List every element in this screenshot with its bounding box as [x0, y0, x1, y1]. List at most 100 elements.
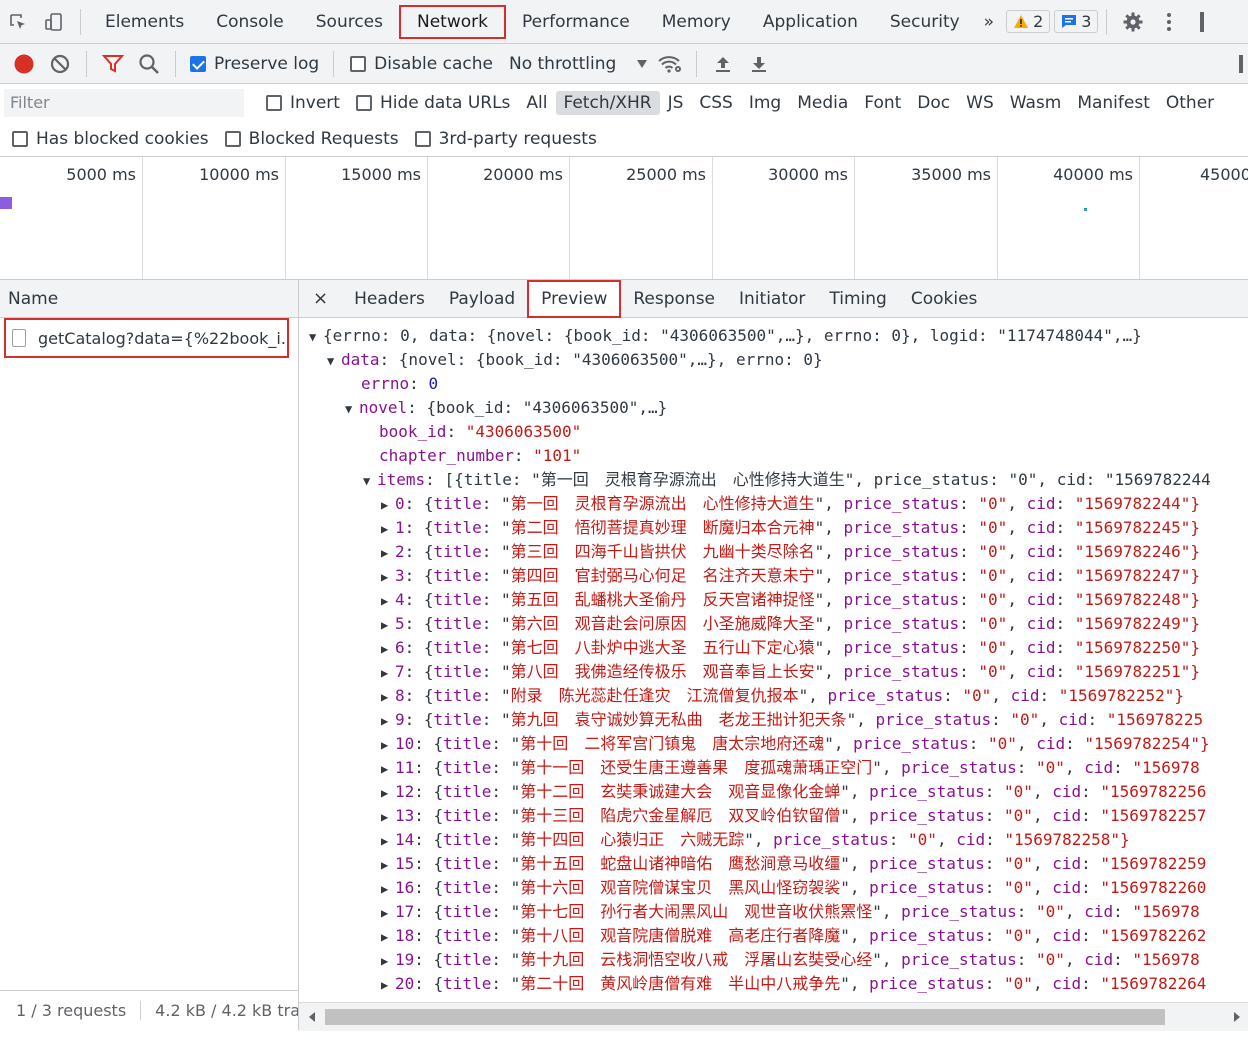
- tree-node-items[interactable]: ▼ items: [{title: "第一回 灵根育孕源流出 心性修持大道生", …: [363, 468, 1211, 492]
- hide-data-urls-checkbox[interactable]: [355, 94, 372, 111]
- items-row[interactable]: ▶ 4: {title: "第五回 乱蟠桃大圣偷丹 反天宫诸神捉怪", price…: [381, 588, 1200, 612]
- type-filter-css[interactable]: CSS: [691, 91, 740, 115]
- items-row[interactable]: ▶ 2: {title: "第三回 四海千山皆拱伏 九幽十类尽除名", price…: [381, 540, 1200, 564]
- import-har-upload-icon[interactable]: [705, 46, 741, 82]
- scroll-right-icon[interactable]: [1232, 1011, 1242, 1023]
- search-icon[interactable]: [131, 46, 167, 82]
- type-filter-fetch-xhr[interactable]: Fetch/XHR: [555, 90, 660, 115]
- expand-triangle-icon[interactable]: ▶: [381, 733, 395, 757]
- type-filter-other[interactable]: Other: [1158, 91, 1222, 115]
- device-toolbar-icon[interactable]: [36, 4, 72, 40]
- close-devtools-icon[interactable]: [1187, 4, 1207, 40]
- expand-triangle-icon[interactable]: ▶: [381, 925, 395, 949]
- type-filter-all[interactable]: All: [518, 91, 555, 115]
- items-row[interactable]: ▶ 9: {title: "第九回 袁守诚妙算无私曲 老龙王拙计犯天条", pri…: [381, 708, 1203, 732]
- expand-triangle-icon[interactable]: ▶: [381, 853, 395, 877]
- expand-triangle-icon[interactable]: ▶: [381, 901, 395, 925]
- expand-triangle-icon[interactable]: ▶: [381, 637, 395, 661]
- tab-application[interactable]: Application: [747, 5, 874, 39]
- items-row[interactable]: ▶ 16: {title: "第十六回 观音院僧谋宝贝 黑风山怪窃袈裟", pri…: [381, 876, 1206, 900]
- type-filter-doc[interactable]: Doc: [909, 91, 958, 115]
- tab-security[interactable]: Security: [874, 5, 976, 39]
- items-row[interactable]: ▶ 0: {title: "第一回 灵根育孕源流出 心性修持大道生", price…: [381, 492, 1200, 516]
- items-row[interactable]: ▶ 11: {title: "第十一回 还受生唐王遵善果 度孤魂萧瑀正空门", p…: [381, 756, 1200, 780]
- tab-memory[interactable]: Memory: [646, 5, 747, 39]
- expand-triangle-icon[interactable]: ▶: [381, 709, 395, 733]
- warnings-badge[interactable]: 2: [1006, 10, 1051, 33]
- scrollbar-thumb[interactable]: [325, 1009, 1165, 1025]
- items-row[interactable]: ▶ 19: {title: "第十九回 云栈洞悟空收八戒 浮屠山玄奘受心经", p…: [381, 948, 1200, 972]
- tree-node-novel[interactable]: ▼ novel: {book_id: "4306063500",…}: [345, 396, 667, 420]
- clear-icon[interactable]: [42, 46, 78, 82]
- tab-preview[interactable]: Preview: [527, 279, 622, 318]
- scroll-left-icon[interactable]: [307, 1011, 317, 1023]
- expand-triangle-icon[interactable]: ▼: [309, 325, 323, 349]
- expand-triangle-icon[interactable]: ▶: [381, 805, 395, 829]
- type-filter-wasm[interactable]: Wasm: [1002, 91, 1070, 115]
- expand-triangle-icon[interactable]: ▼: [345, 397, 359, 421]
- type-filter-manifest[interactable]: Manifest: [1069, 91, 1158, 115]
- expand-triangle-icon[interactable]: ▶: [381, 565, 395, 589]
- items-row[interactable]: ▶ 10: {title: "第十回 二将军宫门镇鬼 唐太宗地府还魂", pric…: [381, 732, 1210, 756]
- items-row[interactable]: ▶ 6: {title: "第七回 八卦炉中逃大圣 五行山下定心猿", price…: [381, 636, 1200, 660]
- tree-node-root[interactable]: ▼ {errno: 0, data: {novel: {book_id: "430…: [309, 324, 1142, 348]
- items-row[interactable]: ▶ 8: {title: "附录 陈光蕊赴任逢灾 江流僧复仇报本", price_…: [381, 684, 1184, 708]
- tab-cookies[interactable]: Cookies: [899, 280, 990, 318]
- tree-node-data[interactable]: ▼ data: {novel: {book_id: "4306063500",…}…: [327, 348, 823, 372]
- tab-console[interactable]: Console: [200, 5, 300, 39]
- expand-triangle-icon[interactable]: ▶: [381, 541, 395, 565]
- blocked-requests-checkbox[interactable]: [224, 130, 241, 147]
- expand-triangle-icon[interactable]: ▶: [381, 517, 395, 541]
- expand-triangle-icon[interactable]: ▼: [327, 349, 341, 373]
- disable-cache-checkbox[interactable]: [350, 55, 367, 72]
- chevron-down-icon[interactable]: [632, 46, 652, 82]
- inspect-element-icon[interactable]: [0, 4, 36, 40]
- tab-headers[interactable]: Headers: [342, 280, 437, 318]
- tab-performance[interactable]: Performance: [506, 5, 646, 39]
- expand-triangle-icon[interactable]: ▶: [381, 781, 395, 805]
- expand-triangle-icon[interactable]: ▼: [363, 469, 377, 493]
- record-icon[interactable]: [6, 46, 42, 82]
- tab-payload[interactable]: Payload: [437, 280, 527, 318]
- expand-triangle-icon[interactable]: ▶: [381, 973, 395, 997]
- items-row[interactable]: ▶ 15: {title: "第十五回 蛇盘山诸神暗佑 鹰愁涧意马收缰", pri…: [381, 852, 1206, 876]
- items-row[interactable]: ▶ 14: {title: "第十四回 心猿归正 六贼无踪", price_sta…: [381, 828, 1130, 852]
- expand-triangle-icon[interactable]: ▶: [381, 949, 395, 973]
- expand-triangle-icon[interactable]: ▶: [381, 685, 395, 709]
- expand-triangle-icon[interactable]: ▶: [381, 661, 395, 685]
- items-row[interactable]: ▶ 12: {title: "第十二回 玄奘秉诚建大会 观音显像化金蝉", pri…: [381, 780, 1206, 804]
- tab-timing[interactable]: Timing: [817, 280, 898, 318]
- timeline-overview[interactable]: 5000 ms 10000 ms 15000 ms 20000 ms 25000…: [0, 157, 1248, 280]
- close-details-icon[interactable]: ×: [299, 280, 342, 318]
- filter-input[interactable]: Filter: [4, 88, 244, 117]
- type-filter-img[interactable]: Img: [741, 91, 789, 115]
- expand-triangle-icon[interactable]: ▶: [381, 877, 395, 901]
- request-row-getcatalog[interactable]: getCatalog?data={%22book_i...: [4, 318, 289, 358]
- type-filter-ws[interactable]: WS: [958, 91, 1002, 115]
- expand-triangle-icon[interactable]: ▶: [381, 589, 395, 613]
- messages-badge[interactable]: 3: [1054, 10, 1099, 33]
- items-row[interactable]: ▶ 18: {title: "第十八回 观音院唐僧脱难 高老庄行者降魔", pri…: [381, 924, 1206, 948]
- items-row[interactable]: ▶ 20: {title: "第二十回 黄风岭唐僧有难 半山中八戒争先", pri…: [381, 972, 1206, 996]
- network-conditions-wifi-icon[interactable]: [652, 46, 688, 82]
- expand-triangle-icon[interactable]: ▶: [381, 493, 395, 517]
- items-row[interactable]: ▶ 17: {title: "第十七回 孙行者大闹黑风山 观世音收伏熊罴怪", p…: [381, 900, 1200, 924]
- more-tabs-icon[interactable]: »: [976, 5, 1002, 39]
- tab-network[interactable]: Network: [399, 4, 506, 39]
- type-filter-font[interactable]: Font: [856, 91, 909, 115]
- export-har-download-icon[interactable]: [741, 46, 777, 82]
- tab-initiator[interactable]: Initiator: [727, 280, 817, 318]
- items-row[interactable]: ▶ 5: {title: "第六回 观音赴会问原因 小圣施威降大圣", price…: [381, 612, 1200, 636]
- third-party-requests-checkbox[interactable]: [414, 130, 431, 147]
- more-options-icon[interactable]: [1151, 4, 1187, 40]
- network-settings-icon[interactable]: [1234, 46, 1248, 82]
- expand-triangle-icon[interactable]: ▶: [381, 613, 395, 637]
- type-filter-js[interactable]: JS: [660, 91, 692, 115]
- throttling-select[interactable]: No throttling: [509, 54, 616, 74]
- settings-gear-icon[interactable]: [1115, 4, 1151, 40]
- tab-elements[interactable]: Elements: [89, 5, 200, 39]
- invert-checkbox[interactable]: [266, 94, 282, 111]
- tab-response[interactable]: Response: [621, 280, 727, 318]
- type-filter-media[interactable]: Media: [789, 91, 856, 115]
- items-row[interactable]: ▶ 1: {title: "第二回 悟彻菩提真妙理 断魔归本合元神", price…: [381, 516, 1200, 540]
